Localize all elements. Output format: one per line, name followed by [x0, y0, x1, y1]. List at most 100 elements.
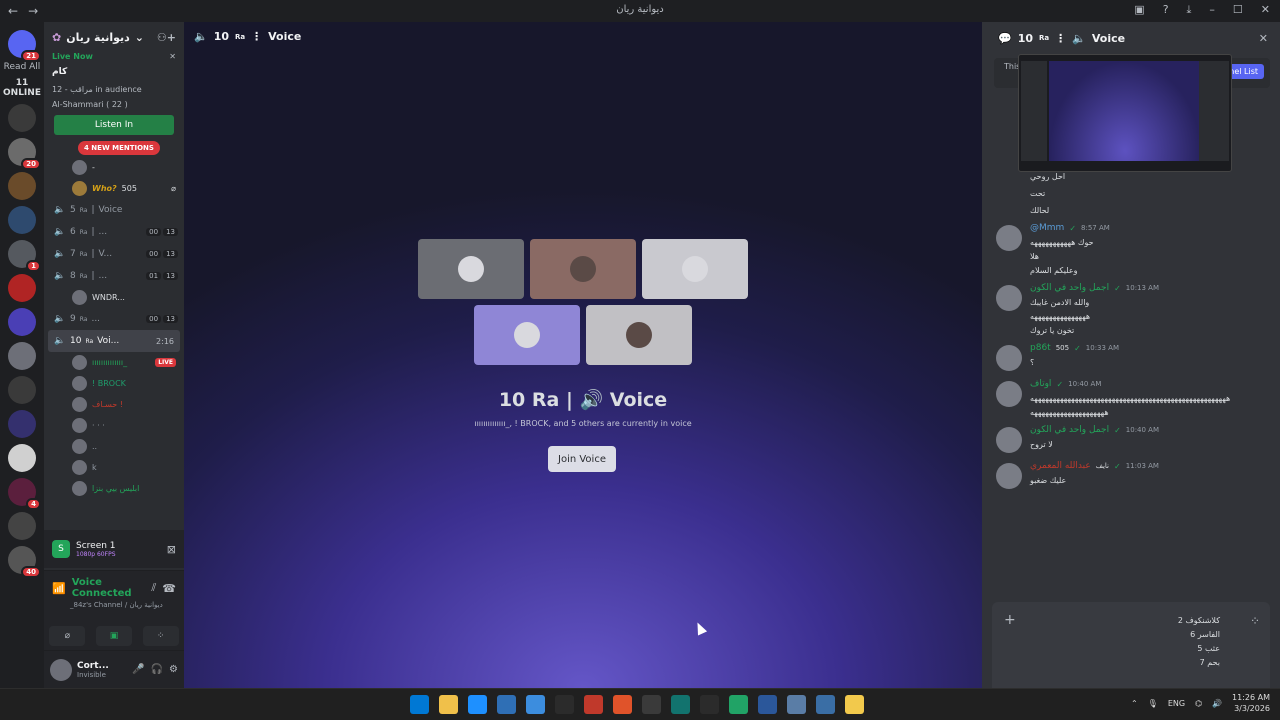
- message-author[interactable]: p86t: [1030, 343, 1051, 353]
- attach-plus-icon[interactable]: +: [1004, 612, 1016, 628]
- server-icon[interactable]: [8, 274, 36, 302]
- join-voice-button[interactable]: Join Voice: [548, 446, 616, 472]
- voice-channel[interactable]: 🔈 7 Ra | V... 00 13: [44, 243, 184, 265]
- camera-off-icon[interactable]: ⌀: [49, 626, 86, 646]
- noise-suppression-icon[interactable]: ⫽: [151, 581, 156, 595]
- avatar[interactable]: [996, 381, 1022, 407]
- participant-tile[interactable]: [642, 239, 748, 299]
- avatar[interactable]: [996, 345, 1022, 371]
- voice-user[interactable]: ..: [44, 436, 184, 457]
- taskbar-app-icon[interactable]: [787, 695, 806, 714]
- voice-channel[interactable]: 🔈 8 Ra |... 01 13: [44, 265, 184, 287]
- help-icon[interactable]: ?: [1163, 3, 1169, 17]
- server-icon[interactable]: 40: [8, 546, 41, 578]
- taskbar-app-icon[interactable]: [497, 695, 516, 714]
- voice-channel[interactable]: 🔈 5 Ra | Voice: [44, 199, 184, 221]
- listen-in-button[interactable]: Listen In: [54, 115, 174, 135]
- voice-user[interactable]: · · ·: [44, 415, 184, 436]
- taskbar-app-icon[interactable]: [584, 695, 603, 714]
- message-author[interactable]: عبدالله المعمري: [1030, 461, 1091, 471]
- participant-tile[interactable]: [586, 305, 692, 365]
- taskbar-app-icon[interactable]: [468, 695, 487, 714]
- screen-share-button[interactable]: ▣: [95, 626, 132, 646]
- composer-draft[interactable]: 2 كلاشنكوف 6 الفاسر 5 عثب 7 بحم: [1178, 614, 1220, 670]
- server-icon[interactable]: [8, 172, 36, 200]
- voice-channel-9[interactable]: 🔈 9 Ra ... 00 13: [44, 308, 184, 330]
- maximize-icon[interactable]: ☐: [1233, 3, 1243, 17]
- close-icon[interactable]: ✕: [169, 52, 176, 61]
- clock[interactable]: 11:26 AM 3/3/2026: [1232, 692, 1270, 714]
- participant-tile[interactable]: [530, 239, 636, 299]
- avatar[interactable]: [996, 463, 1022, 489]
- voice-channel[interactable]: 🔈 6 Ra |... 00 13: [44, 221, 184, 243]
- add-friend-icon[interactable]: ⚇+: [157, 31, 176, 44]
- headphones-icon[interactable]: 🎧: [151, 664, 163, 675]
- read-all-button[interactable]: Read All: [4, 62, 41, 72]
- server-icon[interactable]: [8, 206, 36, 234]
- message-author[interactable]: اجمل واحد في الكون: [1030, 283, 1109, 293]
- avatar[interactable]: [996, 427, 1022, 453]
- disconnect-icon[interactable]: ☎: [162, 582, 176, 595]
- voice-user[interactable]: ابليس بيي بنزا: [44, 478, 184, 499]
- taskbar-app-icon[interactable]: [816, 695, 835, 714]
- back-arrow-icon[interactable]: ←: [8, 4, 18, 18]
- taskbar-app-icon[interactable]: [700, 695, 719, 714]
- message-author[interactable]: اجمل واحد في الكون: [1030, 425, 1109, 435]
- taskbar-app-icon[interactable]: [410, 695, 429, 714]
- inbox-icon[interactable]: ▣: [1134, 3, 1144, 17]
- guild-header[interactable]: ✿ ديوانية ريان ⌄ ⚇+: [44, 22, 184, 52]
- avatar[interactable]: [996, 225, 1022, 251]
- apps-icon[interactable]: ⁘: [1250, 614, 1260, 628]
- message-composer[interactable]: + 2 كلاشنكوف 6 الفاسر 5 عثب 7 بحم ⁘: [992, 602, 1270, 688]
- who-user[interactable]: Who? 505 ⌀: [44, 178, 184, 199]
- voice-user[interactable]: k: [44, 457, 184, 478]
- close-window-icon[interactable]: ✕: [1261, 3, 1270, 17]
- message-author[interactable]: اوتاف: [1030, 379, 1051, 389]
- taskbar-app-icon[interactable]: [613, 695, 632, 714]
- taskbar-app-icon[interactable]: [439, 695, 458, 714]
- channel-8-user[interactable]: WNDR...: [44, 287, 184, 308]
- stream-preview[interactable]: [1018, 54, 1232, 172]
- server-icon[interactable]: [8, 308, 36, 336]
- microphone-icon[interactable]: 🎙: [1148, 699, 1158, 708]
- volume-icon[interactable]: 🔊: [1212, 699, 1222, 708]
- close-chat-icon[interactable]: ✕: [1259, 32, 1268, 45]
- server-icon[interactable]: 20: [8, 138, 41, 170]
- voice-user[interactable]: ıııııııııııııı_ LIVE: [44, 352, 184, 373]
- chevron-up-icon[interactable]: ⌃: [1131, 699, 1138, 708]
- server-icon[interactable]: 4: [8, 478, 41, 510]
- home-button[interactable]: 21: [8, 30, 41, 62]
- download-icon[interactable]: ⤓: [1187, 3, 1192, 17]
- server-icon[interactable]: [8, 444, 36, 472]
- server-icon[interactable]: [8, 410, 36, 438]
- taskbar-app-icon[interactable]: [555, 695, 574, 714]
- avatar[interactable]: [50, 658, 72, 681]
- server-icon[interactable]: [8, 376, 36, 404]
- taskbar-app-icon[interactable]: [642, 695, 661, 714]
- taskbar-app-icon[interactable]: [526, 695, 545, 714]
- stop-stream-icon[interactable]: ⊠: [167, 543, 176, 556]
- voice-channel-10-active[interactable]: 🔈 10 Ra Voi... 2:16: [48, 330, 180, 352]
- taskbar-app-icon[interactable]: [729, 695, 748, 714]
- forward-arrow-icon[interactable]: →: [28, 4, 38, 18]
- new-mentions-badge[interactable]: 4 NEW MENTIONS: [78, 141, 160, 155]
- taskbar-app-icon[interactable]: [671, 695, 690, 714]
- minimize-icon[interactable]: –: [1209, 3, 1215, 17]
- avatar[interactable]: [996, 285, 1022, 311]
- taskbar-app-icon[interactable]: [758, 695, 777, 714]
- server-icon[interactable]: 1: [8, 240, 41, 272]
- message-author[interactable]: @Mmm: [1030, 223, 1064, 233]
- language-indicator[interactable]: ENG: [1168, 699, 1185, 708]
- server-icon[interactable]: [8, 512, 36, 540]
- network-icon[interactable]: ⌬: [1195, 699, 1202, 708]
- activities-icon[interactable]: ⁘: [142, 626, 179, 646]
- participant-tile[interactable]: [418, 239, 524, 299]
- mention-user[interactable]: -: [44, 157, 184, 178]
- gear-icon[interactable]: ⚙: [169, 664, 178, 675]
- voice-user[interactable]: حسـاف !: [44, 394, 184, 415]
- server-icon[interactable]: [8, 104, 36, 132]
- taskbar-app-icon[interactable]: [845, 695, 864, 714]
- server-icon[interactable]: [8, 342, 36, 370]
- microphone-icon[interactable]: 🎤: [132, 664, 144, 675]
- voice-user[interactable]: ! BROCK: [44, 373, 184, 394]
